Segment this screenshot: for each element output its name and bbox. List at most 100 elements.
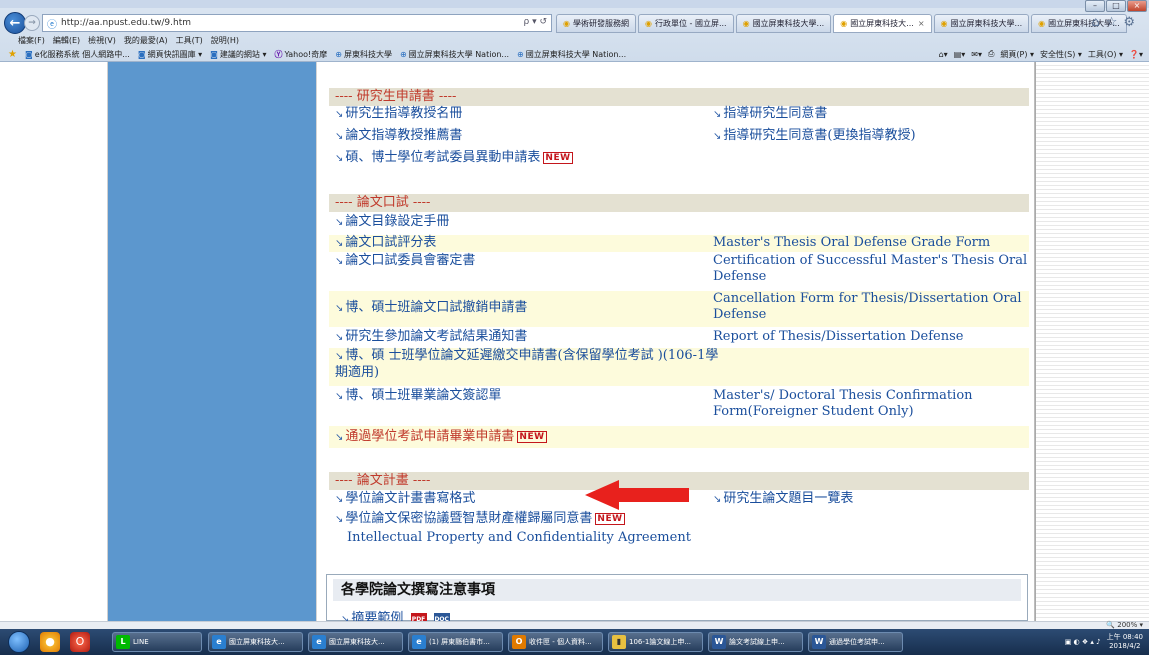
- list-item: ↘ 博、碩 士班學位論文延遲繳交申請書(含保留學位考試 )(106-1學期適用): [329, 348, 1029, 386]
- favorite-link[interactable]: ◙ e化服務系統 個人網路中...: [25, 49, 130, 60]
- list-item: ↘ 論文目錄設定手冊: [329, 214, 1029, 230]
- list-item-highlighted: ↘ 通過學位考試申請畢業申請書 NEW: [329, 426, 1029, 448]
- doc-link[interactable]: ↘ 學位論文保密協議暨智慧財產權歸屬同意書 NEW: [335, 511, 935, 528]
- taskbar-item[interactable]: O 收件匣 - 個人資料...: [508, 632, 603, 652]
- taskbar-item[interactable]: e 國立屏東科技大...: [208, 632, 303, 652]
- favorite-link[interactable]: Ⓨ Yahoo!奇摩: [274, 49, 327, 60]
- doc-link[interactable]: ↘ 指導研究生同意書: [713, 106, 1029, 123]
- browser-tab[interactable]: ◉ 國立屏東科技大學...: [933, 14, 1030, 33]
- firefox-icon[interactable]: ●: [40, 632, 60, 652]
- download-arrow-icon: ↘: [713, 494, 722, 505]
- page-left-sidebar: [108, 62, 316, 621]
- doc-link-en[interactable]: Intellectual Property and Confidentialit…: [347, 530, 947, 546]
- browser-tab[interactable]: ◉ 學術研發服務網: [556, 14, 636, 33]
- favorites-star-icon[interactable]: ★: [8, 49, 17, 60]
- print-icon[interactable]: ⎙: [988, 49, 994, 59]
- doc-link[interactable]: ↘ 論文口試委員會審定書: [335, 253, 715, 270]
- doc-link[interactable]: ↘ 碩、博士學位考試委員異動申請表 NEW: [335, 150, 715, 167]
- list-item: ↘ 博、碩士班論文口試撤銷申請書 Cancellation Form for Th…: [329, 291, 1029, 327]
- doc-link-en[interactable]: Report of Thesis/Dissertation Defense: [713, 329, 1029, 345]
- download-arrow-icon: ↘: [335, 303, 344, 314]
- tab-icon: ◉: [742, 19, 750, 28]
- doc-link[interactable]: ↘ 博、碩士班畢業論文簽認單: [335, 388, 715, 405]
- minimize-button[interactable]: –: [1085, 0, 1105, 12]
- home-favorites-tools-icons[interactable]: ⌂☆⚙: [1091, 15, 1141, 30]
- doc-link-en[interactable]: Cancellation Form for Thesis/Dissertatio…: [713, 291, 1029, 323]
- taskbar-item[interactable]: W 通過學位考試申...: [808, 632, 903, 652]
- taskbar-item[interactable]: W 論文考試線上申...: [708, 632, 803, 652]
- download-arrow-icon: ↘: [335, 238, 344, 249]
- doc-link[interactable]: ↘ 論文目錄設定手冊: [335, 214, 715, 231]
- favorite-link[interactable]: ◙ 網頁快訊圖庫 ▾: [138, 49, 202, 60]
- address-controls[interactable]: ρ ▾ ↺: [524, 17, 548, 27]
- list-item: ↘ 碩、博士學位考試委員異動申請表 NEW: [329, 150, 1029, 166]
- doc-link-en[interactable]: Master's Thesis Oral Defense Grade Form: [713, 235, 1029, 251]
- feeds-icon[interactable]: ▤▾: [954, 50, 966, 59]
- download-arrow-icon: ↘: [335, 131, 344, 142]
- menu-bar: 檔案(F) 編輯(E) 檢視(V) 我的最愛(A) 工具(T) 說明(H): [0, 34, 1149, 46]
- forward-button[interactable]: →: [24, 15, 40, 31]
- doc-link[interactable]: ↘ 研究生參加論文考試結果通知書: [335, 329, 715, 346]
- doc-link-en[interactable]: Certification of Successful Master's The…: [713, 253, 1029, 285]
- section-heading-oral-exam: ---- 論文口試 ----: [329, 194, 1029, 212]
- doc-link[interactable]: ↘ 通過學位考試申請畢業申請書 NEW: [335, 429, 715, 446]
- menu-help[interactable]: 說明(H): [211, 35, 239, 46]
- doc-link[interactable]: ↘ 博、碩 士班學位論文延遲繳交申請書(含保留學位考試 )(106-1學期適用): [335, 348, 725, 381]
- tab-close-icon[interactable]: ×: [918, 19, 925, 28]
- zoom-icon: 🔍: [1106, 621, 1115, 629]
- favorite-link[interactable]: ⊕ 國立屏東科技大學 Nation...: [517, 49, 626, 60]
- clock[interactable]: 上午 08:40 2018/4/2: [1107, 633, 1143, 651]
- favorite-link[interactable]: ◙ 建議的網站 ▾: [210, 49, 266, 60]
- doc-link[interactable]: ↘ 博、碩士班論文口試撤銷申請書: [335, 300, 715, 317]
- doc-link[interactable]: ↘ 論文口試評分表: [335, 235, 715, 252]
- browser-tab[interactable]: ◉ 國立屏東科技大學...: [735, 14, 832, 33]
- title-bar: [0, 0, 1149, 8]
- home-icon[interactable]: ⌂▾: [939, 50, 948, 59]
- menu-tools[interactable]: 工具(T): [176, 35, 203, 46]
- browser-tab-active[interactable]: ◉ 國立屏東科技大... ×: [833, 14, 932, 33]
- help-icon[interactable]: ❓▾: [1129, 50, 1143, 59]
- taskbar-item[interactable]: e (1) 屏東縣伯書市...: [408, 632, 503, 652]
- ie-icon: e: [212, 635, 226, 649]
- red-arrow-shape: [585, 480, 689, 510]
- doc-link[interactable]: ↘ 研究生論文題目一覽表: [713, 491, 1029, 508]
- red-arrow-annotation: [585, 480, 689, 510]
- doc-link[interactable]: ↘ 研究生指導教授名冊: [335, 106, 715, 123]
- opera-icon[interactable]: O: [70, 632, 90, 652]
- tab-icon: ◉: [563, 19, 570, 28]
- clock-time: 上午 08:40: [1106, 633, 1143, 641]
- taskbar-item[interactable]: ▮ 106-1論文線上申...: [608, 632, 703, 652]
- start-button[interactable]: [8, 631, 30, 653]
- address-url: http://aa.npust.edu.tw/9.htm: [61, 18, 191, 28]
- doc-link[interactable]: ↘ 指導研究生同意書(更換指導教授): [713, 128, 1029, 145]
- menu-edit[interactable]: 編輯(E): [53, 35, 80, 46]
- menu-file[interactable]: 檔案(F): [18, 35, 45, 46]
- page-menu[interactable]: 網頁(P) ▾: [1000, 49, 1034, 60]
- browser-tab[interactable]: ◉ 行政單位 - 國立屏...: [637, 14, 734, 33]
- doc-link-en[interactable]: Master's/ Doctoral Thesis Confirmation F…: [713, 388, 1029, 420]
- favorite-link[interactable]: ⊕ 國立屏東科技大學 Nation...: [400, 49, 509, 60]
- line-icon: L: [116, 635, 130, 649]
- close-window-button[interactable]: ×: [1127, 0, 1147, 12]
- page-viewport: ---- 研究生申請書 ---- ↘ 研究生指導教授名冊 ↘ 指導研究生同意書 ↘ 論…: [0, 62, 1149, 621]
- maximize-button[interactable]: □: [1106, 0, 1126, 12]
- doc-link[interactable]: ↘ 論文指導教授推薦書: [335, 128, 715, 145]
- tab-icon: ◉: [940, 19, 948, 28]
- zoom-level[interactable]: 200%: [1117, 621, 1137, 629]
- list-item: ↘ 研究生參加論文考試結果通知書 Report of Thesis/Dissert…: [329, 329, 1029, 346]
- outlook-icon: O: [512, 635, 526, 649]
- menu-view[interactable]: 檢視(V): [88, 35, 116, 46]
- address-bar[interactable]: ⓔ http://aa.npust.edu.tw/9.htm ρ ▾ ↺: [42, 14, 552, 32]
- tools-menu[interactable]: 工具(O) ▾: [1088, 49, 1123, 60]
- menu-favorites[interactable]: 我的最愛(A): [124, 35, 168, 46]
- mail-icon[interactable]: ✉▾: [971, 50, 982, 59]
- download-arrow-icon: ↘: [335, 351, 344, 362]
- taskbar-item[interactable]: e 國立屏東科技大...: [308, 632, 403, 652]
- tray-icons[interactable]: ▣ ◐ ❖ ▴ ♪: [1065, 638, 1101, 646]
- taskbar-item-line[interactable]: L LINE: [112, 632, 202, 652]
- back-button[interactable]: ←: [4, 12, 26, 34]
- favorite-link[interactable]: ⊕ 屏東科技大學: [335, 49, 392, 60]
- safety-menu[interactable]: 安全性(S) ▾: [1040, 49, 1082, 60]
- tab-icon: ◉: [644, 19, 652, 28]
- list-item: ↘ 學位論文保密協議暨智慧財產權歸屬同意書 NEW Intellectual Pro…: [329, 511, 1029, 547]
